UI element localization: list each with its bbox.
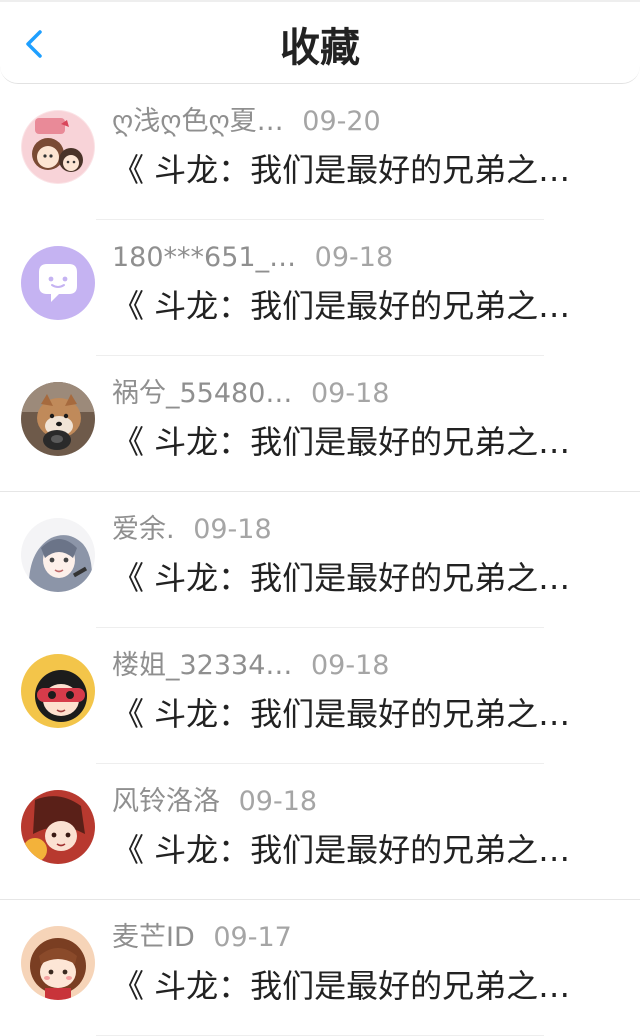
item-title: 《 斗龙：我们是最好的兄弟之… bbox=[112, 559, 571, 597]
user-name: 风铃洛洛 bbox=[112, 786, 220, 817]
user-name: ღ浅ღ色ღ夏… bbox=[112, 106, 284, 137]
user-name: 楼姐_32334… bbox=[112, 650, 293, 681]
page-title: 收藏 bbox=[280, 25, 360, 71]
anime-girl-avatar-icon bbox=[21, 518, 95, 592]
favorite-item[interactable]: 楼姐_32334… 09-18 《 斗龙：我们是最好的兄弟之… bbox=[0, 628, 640, 764]
item-title: 《 斗龙：我们是最好的兄弟之… bbox=[112, 967, 571, 1005]
item-meta: 楼姐_32334… 09-18 bbox=[112, 648, 389, 684]
user-name: 180***651_… bbox=[112, 242, 297, 273]
item-title: 《 斗龙：我们是最好的兄弟之… bbox=[112, 151, 571, 189]
avatar[interactable] bbox=[21, 926, 95, 1000]
cartoon-girl-avatar-icon bbox=[21, 926, 95, 1000]
favorites-list: ღ浅ღ色ღ夏… 09-20 《 斗龙：我们是最好的兄弟之… 180***651_… bbox=[0, 84, 640, 1036]
favorite-item[interactable]: ღ浅ღ色ღ夏… 09-20 《 斗龙：我们是最好的兄弟之… bbox=[0, 84, 640, 220]
header-bar: 收藏 bbox=[0, 0, 640, 84]
cartoon-girls-avatar-icon bbox=[21, 110, 95, 184]
item-meta: 风铃洛洛 09-18 bbox=[112, 784, 317, 820]
favorite-item[interactable]: 祸兮_55480… 09-18 《 斗龙：我们是最好的兄弟之… bbox=[0, 356, 640, 492]
chat-bubble-avatar-icon bbox=[21, 246, 95, 320]
avatar[interactable] bbox=[21, 654, 95, 728]
item-title: 《 斗龙：我们是最好的兄弟之… bbox=[112, 423, 571, 461]
item-meta: 爱余. 09-18 bbox=[112, 512, 272, 548]
item-date: 09-18 bbox=[238, 786, 318, 817]
user-name: 祸兮_55480… bbox=[112, 378, 293, 409]
avatar[interactable] bbox=[21, 382, 95, 456]
anime-red-avatar-icon bbox=[21, 790, 95, 864]
avatar[interactable] bbox=[21, 246, 95, 320]
item-title: 《 斗龙：我们是最好的兄弟之… bbox=[112, 287, 571, 325]
favorite-item[interactable]: 风铃洛洛 09-18 《 斗龙：我们是最好的兄弟之… bbox=[0, 764, 640, 900]
item-date: 09-18 bbox=[314, 242, 394, 273]
masked-character-avatar-icon bbox=[21, 654, 95, 728]
user-name: 爱余. bbox=[112, 514, 175, 545]
item-meta: 麦芒ID 09-17 bbox=[112, 920, 292, 956]
favorite-item[interactable]: 麦芒ID 09-17 《 斗龙：我们是最好的兄弟之… bbox=[0, 900, 640, 1036]
avatar[interactable] bbox=[21, 790, 95, 864]
item-title: 《 斗龙：我们是最好的兄弟之… bbox=[112, 831, 571, 869]
item-date: 09-20 bbox=[302, 106, 381, 137]
favorite-item[interactable]: 爱余. 09-18 《 斗龙：我们是最好的兄弟之… bbox=[0, 492, 640, 628]
item-date: 09-18 bbox=[193, 514, 272, 545]
item-date: 09-18 bbox=[311, 378, 390, 409]
favorite-item[interactable]: 180***651_… 09-18 《 斗龙：我们是最好的兄弟之… bbox=[0, 220, 640, 356]
item-meta: 180***651_… 09-18 bbox=[112, 240, 393, 276]
item-date: 09-18 bbox=[311, 650, 390, 681]
dog-photo-avatar-icon bbox=[21, 382, 95, 456]
user-name: 麦芒ID bbox=[112, 922, 195, 953]
item-title: 《 斗龙：我们是最好的兄弟之… bbox=[112, 695, 571, 733]
item-meta: ღ浅ღ色ღ夏… 09-20 bbox=[112, 104, 381, 140]
avatar[interactable] bbox=[21, 518, 95, 592]
avatar[interactable] bbox=[21, 110, 95, 184]
item-meta: 祸兮_55480… 09-18 bbox=[112, 376, 389, 412]
item-date: 09-17 bbox=[213, 922, 292, 953]
